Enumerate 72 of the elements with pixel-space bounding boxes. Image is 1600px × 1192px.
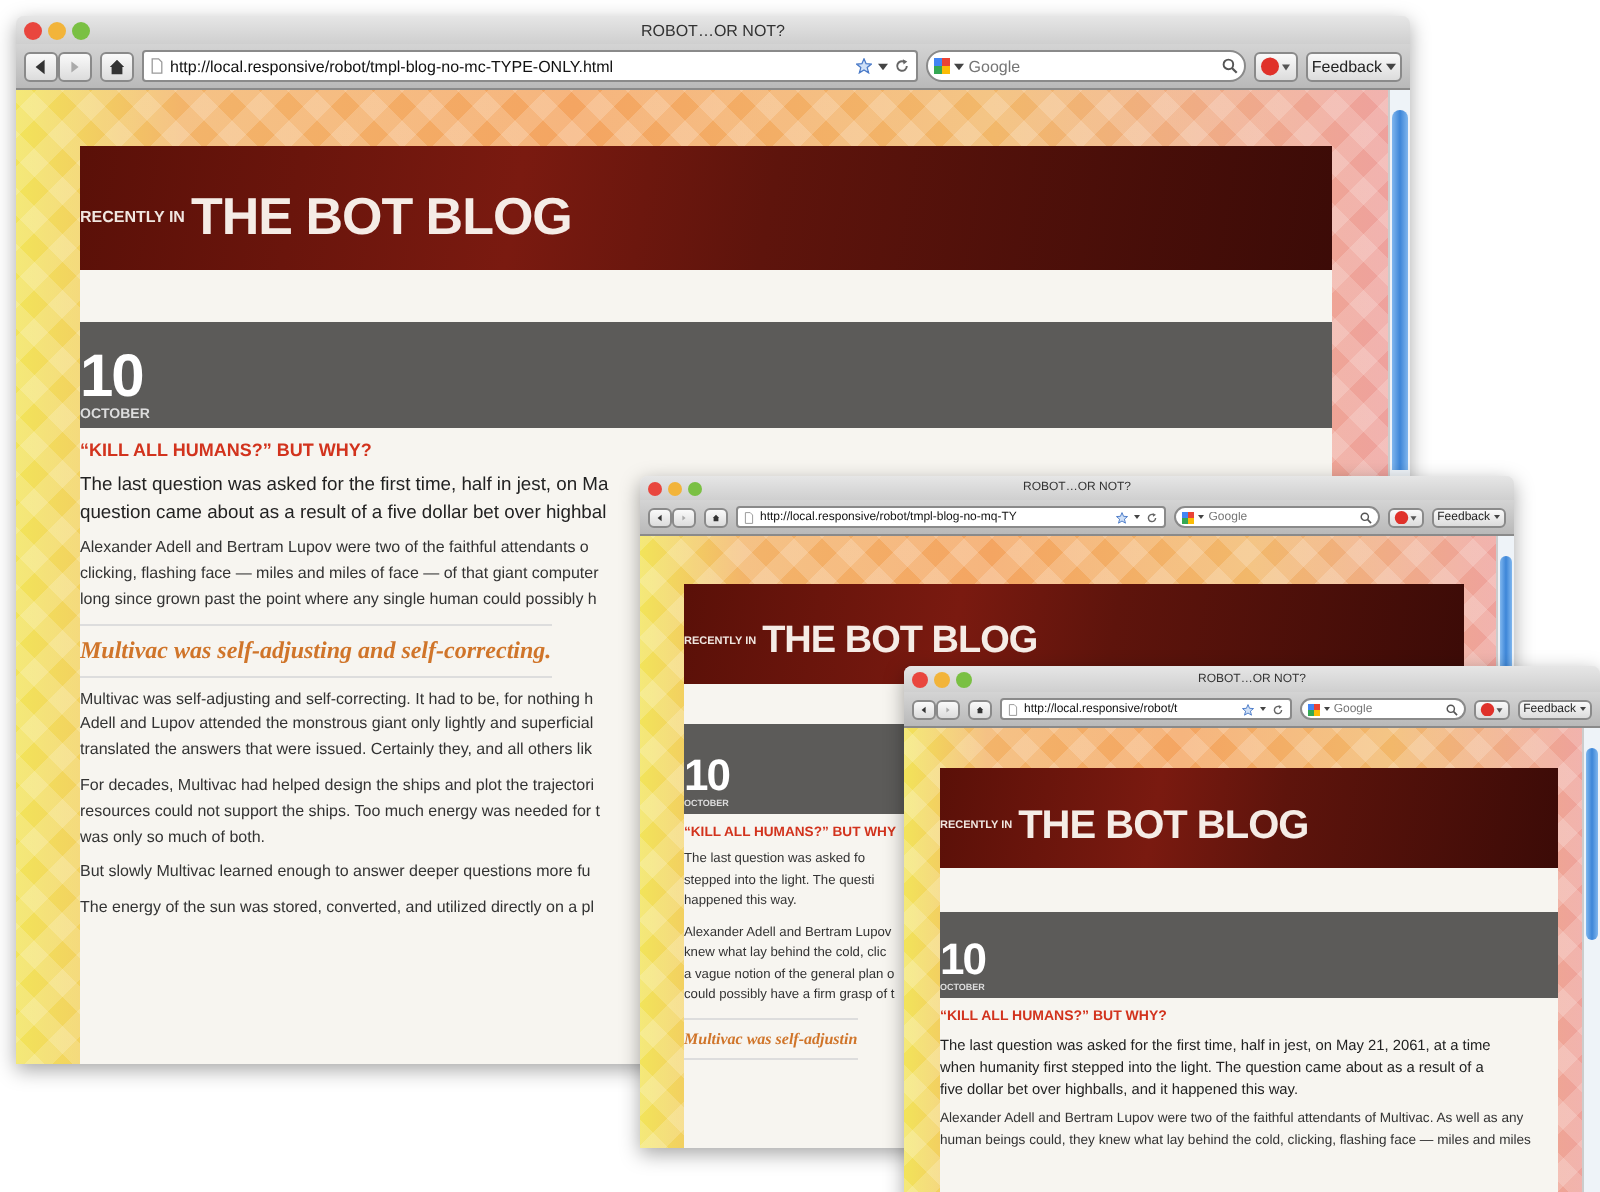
caret-icon[interactable] — [878, 61, 889, 71]
window-title: ROBOT…OR NOT? — [641, 21, 785, 39]
paragraph: For decades, Multivac had helped design the ships and plot the trajectori resources could not support the ships. Too much energy was needed for t was only so much of both. — [80, 774, 601, 850]
section-heading: Multivac was self-adjustin — [684, 1017, 858, 1060]
paragraph: Alexander Adell and Bertram Lupov were two of the faithful attendants o clicking, flashing face — miles and miles of face — of that giant computer long since grown past the point where any single human could possibly h — [80, 536, 599, 612]
close-button[interactable] — [912, 671, 928, 687]
star-icon[interactable] — [1241, 703, 1254, 715]
home-icon — [712, 513, 720, 521]
close-button[interactable] — [24, 21, 42, 39]
url-field[interactable]: http://local.responsive/robot/tmpl-blog-no-mc-TYPE-ONLY.html — [142, 50, 919, 82]
google-logo-icon — [1307, 703, 1320, 715]
reload-icon[interactable] — [894, 58, 911, 74]
caret-icon — [1494, 514, 1500, 520]
addon-icon — [1479, 701, 1504, 717]
caret-icon[interactable] — [1198, 514, 1205, 520]
addon-button[interactable] — [1253, 51, 1298, 81]
section-heading: Multivac was self-adjusting and self-correcting. — [80, 623, 552, 678]
caret-icon[interactable] — [1134, 514, 1141, 520]
addon-button[interactable] — [1473, 699, 1510, 719]
forward-icon — [944, 705, 952, 713]
page-icon — [1008, 703, 1018, 715]
addon-icon — [1259, 55, 1292, 77]
caret-icon — [1386, 61, 1396, 71]
caret-icon[interactable] — [954, 61, 965, 71]
search-icon[interactable] — [1445, 703, 1458, 715]
paragraph: The last question was asked for the first time, half in jest, on Ma question came about as a result of a five dollar bet over highbal — [80, 470, 609, 527]
back-icon — [32, 57, 50, 75]
blog-title: THE BOT BLOG — [190, 185, 572, 247]
home-button[interactable] — [100, 51, 134, 81]
page-icon — [150, 58, 164, 74]
feedback-button[interactable]: Feedback — [1305, 51, 1402, 81]
back-icon — [656, 513, 664, 521]
forward-icon — [680, 513, 688, 521]
close-button[interactable] — [648, 481, 662, 495]
caret-icon[interactable] — [1259, 706, 1266, 712]
addon-icon — [1393, 509, 1418, 525]
star-icon[interactable] — [856, 58, 873, 74]
scrollbar-thumb[interactable] — [1586, 748, 1598, 940]
back-button[interactable] — [24, 51, 58, 81]
blog-title: THE BOT BLOG — [762, 620, 1038, 664]
addon-button[interactable] — [1387, 507, 1424, 527]
blog-title: THE BOT BLOG — [1018, 803, 1309, 849]
google-logo-icon — [934, 58, 951, 74]
date-day: 10 — [940, 938, 985, 982]
search-input[interactable]: Google — [968, 57, 1218, 75]
back-icon — [920, 705, 928, 713]
paragraph: The energy of the sun was stored, converted, and utilized directly on a pl — [80, 896, 595, 921]
reload-icon[interactable] — [1146, 511, 1159, 523]
search-icon[interactable] — [1359, 511, 1372, 523]
home-icon — [976, 705, 984, 713]
scrollbar-thumb[interactable] — [1392, 110, 1408, 470]
date-day: 10 — [684, 754, 729, 798]
search-icon[interactable] — [1221, 58, 1238, 74]
star-icon[interactable] — [1116, 511, 1129, 523]
date-day: 10 — [80, 348, 143, 408]
home-button[interactable] — [968, 699, 992, 719]
reload-icon[interactable] — [1271, 703, 1284, 715]
post-heading: “KILL ALL HUMANS?” BUT WHY? — [80, 440, 372, 460]
home-icon — [108, 57, 126, 75]
paragraph: Multivac was self-adjusting and self-correcting. It had to be, for nothing h Adell and Lupov attended the monstrous giant only lightly and superficial translated the answers that were issued. Certainly they, and all others lik — [80, 687, 594, 763]
search-field[interactable]: Google — [926, 50, 1246, 82]
blog-kicker: RECENTLY IN — [80, 207, 185, 225]
forward-button[interactable] — [672, 507, 696, 527]
page-icon — [744, 511, 754, 523]
caret-icon — [1580, 706, 1586, 712]
scrollbar-thumb[interactable] — [1500, 556, 1512, 666]
caret-icon[interactable] — [1323, 706, 1330, 712]
paragraph: But slowly Multivac learned enough to answer deeper questions more fu — [80, 860, 591, 885]
home-button[interactable] — [704, 507, 728, 527]
forward-button[interactable] — [936, 699, 960, 719]
forward-icon — [66, 57, 84, 75]
google-logo-icon — [1182, 511, 1195, 523]
